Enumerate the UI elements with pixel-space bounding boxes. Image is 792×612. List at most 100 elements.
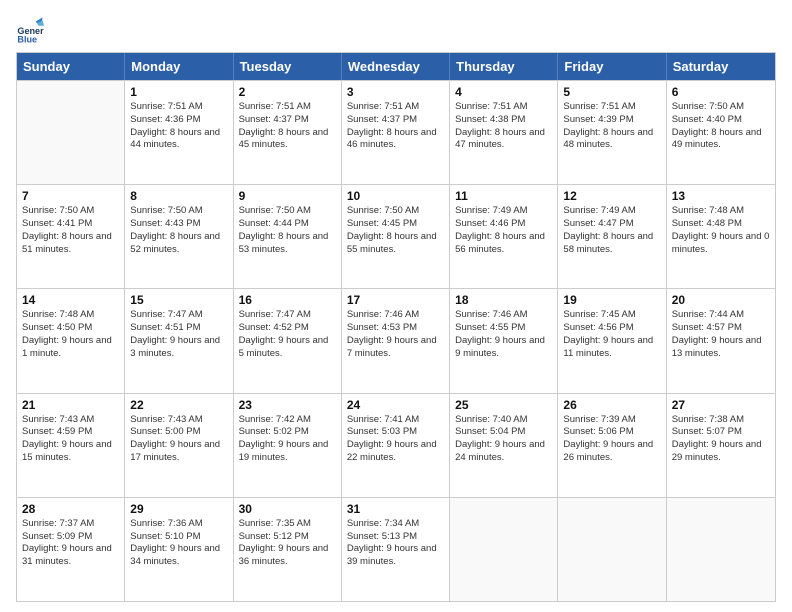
day-info: Sunrise: 7:38 AM Sunset: 5:07 PM Dayligh… xyxy=(672,414,770,465)
day-info: Sunrise: 7:50 AM Sunset: 4:40 PM Dayligh… xyxy=(672,101,770,152)
day-header-monday: Monday xyxy=(125,53,233,80)
day-info: Sunrise: 7:49 AM Sunset: 4:47 PM Dayligh… xyxy=(563,205,660,256)
day-header-saturday: Saturday xyxy=(667,53,775,80)
day-number: 11 xyxy=(455,189,552,203)
day-info: Sunrise: 7:46 AM Sunset: 4:53 PM Dayligh… xyxy=(347,309,444,360)
calendar-day-2: 2Sunrise: 7:51 AM Sunset: 4:37 PM Daylig… xyxy=(234,81,342,184)
calendar-day-14: 14Sunrise: 7:48 AM Sunset: 4:50 PM Dayli… xyxy=(17,289,125,392)
day-number: 22 xyxy=(130,398,227,412)
logo: General Blue xyxy=(16,16,44,44)
calendar-day-12: 12 Sunrise: 7:49 AM Sunset: 4:47 PM Dayli… xyxy=(558,185,666,288)
page: General Blue SundayMondayTuesdayWednesda… xyxy=(0,0,792,612)
day-number: 15 xyxy=(130,293,227,307)
day-info: Sunrise: 7:35 AM Sunset: 5:12 PM Dayligh… xyxy=(239,518,336,569)
calendar-week-4: 21 Sunrise: 7:43 AM Sunset: 4:59 PM Dayli… xyxy=(17,393,775,497)
day-number: 20 xyxy=(672,293,770,307)
calendar-day-19: 19Sunrise: 7:45 AM Sunset: 4:56 PM Dayli… xyxy=(558,289,666,392)
calendar-day-16: 16 Sunrise: 7:47 AM Sunset: 4:52 PM Dayli… xyxy=(234,289,342,392)
day-info: Sunrise: 7:37 AM Sunset: 5:09 PM Dayligh… xyxy=(22,518,119,569)
day-header-sunday: Sunday xyxy=(17,53,125,80)
day-info: Sunrise: 7:50 AM Sunset: 4:45 PM Dayligh… xyxy=(347,205,444,256)
day-header-tuesday: Tuesday xyxy=(234,53,342,80)
calendar-week-2: 7 Sunrise: 7:50 AM Sunset: 4:41 PM Daylig… xyxy=(17,184,775,288)
day-header-thursday: Thursday xyxy=(450,53,558,80)
day-info: Sunrise: 7:51 AM Sunset: 4:37 PM Dayligh… xyxy=(347,101,444,152)
calendar-day-26: 26 Sunrise: 7:39 AM Sunset: 5:06 PM Dayli… xyxy=(558,394,666,497)
day-info: Sunrise: 7:34 AM Sunset: 5:13 PM Dayligh… xyxy=(347,518,444,569)
calendar-day-11: 11Sunrise: 7:49 AM Sunset: 4:46 PM Dayli… xyxy=(450,185,558,288)
calendar-day-4: 4 Sunrise: 7:51 AM Sunset: 4:38 PM Daylig… xyxy=(450,81,558,184)
day-number: 31 xyxy=(347,502,444,516)
calendar-day-28: 28 Sunrise: 7:37 AM Sunset: 5:09 PM Dayli… xyxy=(17,498,125,601)
day-number: 21 xyxy=(22,398,119,412)
day-info: Sunrise: 7:44 AM Sunset: 4:57 PM Dayligh… xyxy=(672,309,770,360)
day-info: Sunrise: 7:45 AM Sunset: 4:56 PM Dayligh… xyxy=(563,309,660,360)
calendar-day-13: 13Sunrise: 7:48 AM Sunset: 4:48 PM Dayli… xyxy=(667,185,775,288)
day-info: Sunrise: 7:47 AM Sunset: 4:52 PM Dayligh… xyxy=(239,309,336,360)
day-info: Sunrise: 7:43 AM Sunset: 4:59 PM Dayligh… xyxy=(22,414,119,465)
day-number: 16 xyxy=(239,293,336,307)
day-info: Sunrise: 7:47 AM Sunset: 4:51 PM Dayligh… xyxy=(130,309,227,360)
day-info: Sunrise: 7:46 AM Sunset: 4:55 PM Dayligh… xyxy=(455,309,552,360)
calendar-day-9: 9 Sunrise: 7:50 AM Sunset: 4:44 PM Daylig… xyxy=(234,185,342,288)
calendar-week-1: 1 Sunrise: 7:51 AM Sunset: 4:36 PM Daylig… xyxy=(17,80,775,184)
day-info: Sunrise: 7:50 AM Sunset: 4:44 PM Dayligh… xyxy=(239,205,336,256)
day-info: Sunrise: 7:51 AM Sunset: 4:37 PM Dayligh… xyxy=(239,101,336,152)
header: General Blue xyxy=(16,16,776,44)
day-number: 25 xyxy=(455,398,552,412)
day-info: Sunrise: 7:50 AM Sunset: 4:41 PM Dayligh… xyxy=(22,205,119,256)
day-number: 10 xyxy=(347,189,444,203)
calendar-day-20: 20 Sunrise: 7:44 AM Sunset: 4:57 PM Dayli… xyxy=(667,289,775,392)
day-header-wednesday: Wednesday xyxy=(342,53,450,80)
day-number: 18 xyxy=(455,293,552,307)
day-number: 4 xyxy=(455,85,552,99)
day-info: Sunrise: 7:40 AM Sunset: 5:04 PM Dayligh… xyxy=(455,414,552,465)
day-number: 30 xyxy=(239,502,336,516)
calendar-day-27: 27 Sunrise: 7:38 AM Sunset: 5:07 PM Dayli… xyxy=(667,394,775,497)
calendar-day-23: 23 Sunrise: 7:42 AM Sunset: 5:02 PM Dayli… xyxy=(234,394,342,497)
day-info: Sunrise: 7:41 AM Sunset: 5:03 PM Dayligh… xyxy=(347,414,444,465)
day-number: 9 xyxy=(239,189,336,203)
calendar-day-25: 25 Sunrise: 7:40 AM Sunset: 5:04 PM Dayli… xyxy=(450,394,558,497)
calendar-day-empty xyxy=(667,498,775,601)
calendar-day-18: 18 Sunrise: 7:46 AM Sunset: 4:55 PM Dayli… xyxy=(450,289,558,392)
calendar-day-8: 8 Sunrise: 7:50 AM Sunset: 4:43 PM Daylig… xyxy=(125,185,233,288)
logo-icon: General Blue xyxy=(16,16,44,44)
day-number: 26 xyxy=(563,398,660,412)
calendar-week-5: 28 Sunrise: 7:37 AM Sunset: 5:09 PM Dayli… xyxy=(17,497,775,601)
calendar-day-17: 17Sunrise: 7:46 AM Sunset: 4:53 PM Dayli… xyxy=(342,289,450,392)
day-info: Sunrise: 7:51 AM Sunset: 4:38 PM Dayligh… xyxy=(455,101,552,152)
calendar-day-22: 22 Sunrise: 7:43 AM Sunset: 5:00 PM Dayli… xyxy=(125,394,233,497)
day-number: 29 xyxy=(130,502,227,516)
calendar-day-empty xyxy=(450,498,558,601)
day-info: Sunrise: 7:48 AM Sunset: 4:50 PM Dayligh… xyxy=(22,309,119,360)
calendar-day-10: 10 Sunrise: 7:50 AM Sunset: 4:45 PM Dayli… xyxy=(342,185,450,288)
day-info: Sunrise: 7:42 AM Sunset: 5:02 PM Dayligh… xyxy=(239,414,336,465)
day-number: 23 xyxy=(239,398,336,412)
day-number: 27 xyxy=(672,398,770,412)
day-number: 28 xyxy=(22,502,119,516)
day-number: 6 xyxy=(672,85,770,99)
day-info: Sunrise: 7:50 AM Sunset: 4:43 PM Dayligh… xyxy=(130,205,227,256)
day-info: Sunrise: 7:43 AM Sunset: 5:00 PM Dayligh… xyxy=(130,414,227,465)
calendar-day-15: 15 Sunrise: 7:47 AM Sunset: 4:51 PM Dayli… xyxy=(125,289,233,392)
day-info: Sunrise: 7:51 AM Sunset: 4:36 PM Dayligh… xyxy=(130,101,227,152)
calendar-day-21: 21 Sunrise: 7:43 AM Sunset: 4:59 PM Dayli… xyxy=(17,394,125,497)
day-number: 7 xyxy=(22,189,119,203)
calendar-week-3: 14Sunrise: 7:48 AM Sunset: 4:50 PM Dayli… xyxy=(17,288,775,392)
day-header-friday: Friday xyxy=(558,53,666,80)
day-info: Sunrise: 7:39 AM Sunset: 5:06 PM Dayligh… xyxy=(563,414,660,465)
calendar-day-30: 30 Sunrise: 7:35 AM Sunset: 5:12 PM Dayli… xyxy=(234,498,342,601)
day-number: 12 xyxy=(563,189,660,203)
day-number: 8 xyxy=(130,189,227,203)
calendar-day-29: 29 Sunrise: 7:36 AM Sunset: 5:10 PM Dayli… xyxy=(125,498,233,601)
calendar: SundayMondayTuesdayWednesdayThursdayFrid… xyxy=(16,52,776,602)
svg-text:Blue: Blue xyxy=(17,35,37,44)
calendar-day-7: 7 Sunrise: 7:50 AM Sunset: 4:41 PM Daylig… xyxy=(17,185,125,288)
day-info: Sunrise: 7:51 AM Sunset: 4:39 PM Dayligh… xyxy=(563,101,660,152)
day-number: 1 xyxy=(130,85,227,99)
day-info: Sunrise: 7:36 AM Sunset: 5:10 PM Dayligh… xyxy=(130,518,227,569)
calendar-body: 1 Sunrise: 7:51 AM Sunset: 4:36 PM Daylig… xyxy=(17,80,775,601)
calendar-day-3: 3 Sunrise: 7:51 AM Sunset: 4:37 PM Daylig… xyxy=(342,81,450,184)
day-number: 3 xyxy=(347,85,444,99)
